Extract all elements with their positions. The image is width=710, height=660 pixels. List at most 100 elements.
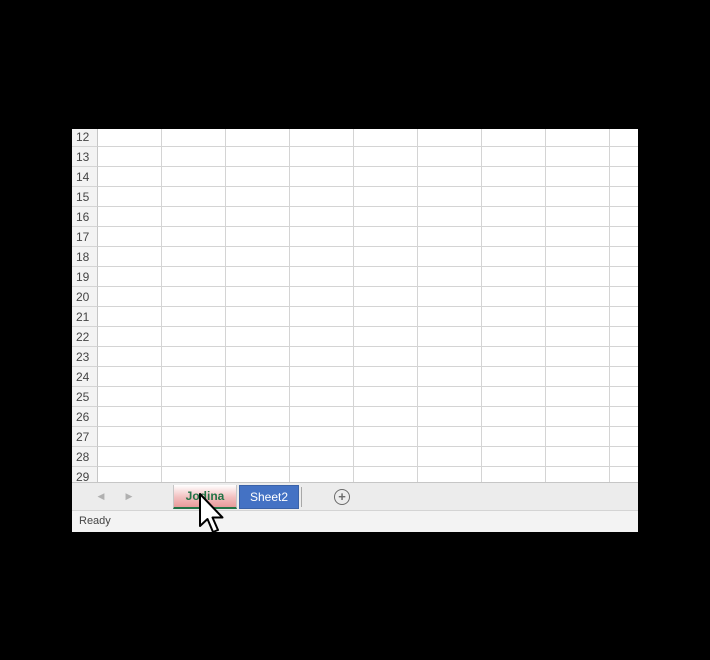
grid-cell[interactable]	[226, 187, 290, 207]
grid-cell[interactable]	[98, 327, 162, 347]
grid-cell[interactable]	[610, 187, 638, 207]
grid-cell[interactable]	[418, 427, 482, 447]
grid-cell[interactable]	[354, 267, 418, 287]
grid-cell[interactable]	[418, 267, 482, 287]
grid-cell[interactable]	[418, 327, 482, 347]
row-header[interactable]: 29	[72, 467, 98, 482]
grid-cell[interactable]	[162, 167, 226, 187]
grid-cell[interactable]	[546, 427, 610, 447]
grid-cell[interactable]	[354, 427, 418, 447]
grid-cell[interactable]	[354, 167, 418, 187]
grid-cell[interactable]	[610, 447, 638, 467]
grid-cell[interactable]	[162, 447, 226, 467]
grid-cell[interactable]	[610, 147, 638, 167]
grid-cell[interactable]	[226, 207, 290, 227]
row-header[interactable]: 28	[72, 447, 98, 467]
grid-cell[interactable]	[226, 347, 290, 367]
grid-cell[interactable]	[418, 187, 482, 207]
grid-cell[interactable]	[290, 427, 354, 447]
row-header[interactable]: 22	[72, 327, 98, 347]
grid-cell[interactable]	[162, 267, 226, 287]
grid-cell[interactable]	[98, 347, 162, 367]
row-header[interactable]: 23	[72, 347, 98, 367]
grid-cell[interactable]	[546, 187, 610, 207]
grid-cell[interactable]	[610, 207, 638, 227]
grid-cell[interactable]	[290, 407, 354, 427]
grid-cell[interactable]	[546, 407, 610, 427]
row-header[interactable]: 20	[72, 287, 98, 307]
grid-cell[interactable]	[610, 307, 638, 327]
grid-cell[interactable]	[354, 447, 418, 467]
grid-cell[interactable]	[98, 467, 162, 482]
grid-cell[interactable]	[290, 227, 354, 247]
grid-cell[interactable]	[418, 467, 482, 482]
grid-cell[interactable]	[418, 129, 482, 147]
grid-cell[interactable]	[546, 227, 610, 247]
row-header[interactable]: 19	[72, 267, 98, 287]
grid-cell[interactable]	[354, 147, 418, 167]
grid-cell[interactable]	[482, 387, 546, 407]
row-header[interactable]: 24	[72, 367, 98, 387]
grid-cell[interactable]	[418, 447, 482, 467]
grid-cell[interactable]	[98, 387, 162, 407]
grid-cell[interactable]	[162, 207, 226, 227]
grid-cell[interactable]	[98, 307, 162, 327]
add-sheet-icon[interactable]: +	[334, 489, 350, 505]
grid-cell[interactable]	[610, 287, 638, 307]
grid-cell[interactable]	[98, 287, 162, 307]
grid-cell[interactable]	[226, 129, 290, 147]
grid-cell[interactable]	[226, 327, 290, 347]
grid-cell[interactable]	[162, 327, 226, 347]
grid-cell[interactable]	[226, 467, 290, 482]
row-header[interactable]: 21	[72, 307, 98, 327]
grid-cell[interactable]	[290, 247, 354, 267]
grid-cell[interactable]	[546, 467, 610, 482]
grid-cell[interactable]	[610, 267, 638, 287]
grid-cell[interactable]	[418, 347, 482, 367]
grid-cell[interactable]	[226, 307, 290, 327]
grid-cell[interactable]	[98, 407, 162, 427]
grid-cell[interactable]	[610, 327, 638, 347]
grid-cell[interactable]	[290, 187, 354, 207]
grid-cell[interactable]	[98, 427, 162, 447]
grid-cell[interactable]	[98, 187, 162, 207]
grid-cell[interactable]	[290, 467, 354, 482]
grid-cell[interactable]	[354, 387, 418, 407]
grid-cell[interactable]	[546, 167, 610, 187]
grid-cell[interactable]	[482, 287, 546, 307]
grid-cell[interactable]	[482, 227, 546, 247]
grid-cell[interactable]	[162, 427, 226, 447]
grid-cell[interactable]	[354, 367, 418, 387]
grid-cell[interactable]	[546, 207, 610, 227]
worksheet-grid[interactable]: 12 13 14 15 16 17 18 19 20 21 22 23 24 25 26 27 28 29	[72, 129, 638, 482]
grid-cell[interactable]	[98, 227, 162, 247]
grid-cell[interactable]	[354, 129, 418, 147]
grid-cell[interactable]	[482, 407, 546, 427]
grid-cell[interactable]	[290, 287, 354, 307]
grid-cell[interactable]	[290, 447, 354, 467]
grid-cell[interactable]	[610, 407, 638, 427]
row-header[interactable]: 16	[72, 207, 98, 227]
grid-cell[interactable]	[290, 267, 354, 287]
grid-cell[interactable]	[610, 347, 638, 367]
row-header[interactable]: 14	[72, 167, 98, 187]
grid-cell[interactable]	[418, 407, 482, 427]
grid-cell[interactable]	[482, 147, 546, 167]
grid-cell[interactable]	[482, 307, 546, 327]
grid-cell[interactable]	[546, 447, 610, 467]
row-header[interactable]: 26	[72, 407, 98, 427]
row-header[interactable]: 18	[72, 247, 98, 267]
grid-cell[interactable]	[98, 367, 162, 387]
grid-cell[interactable]	[482, 447, 546, 467]
grid-cell[interactable]	[290, 167, 354, 187]
grid-cell[interactable]	[98, 247, 162, 267]
grid-cell[interactable]	[354, 407, 418, 427]
grid-cell[interactable]	[98, 447, 162, 467]
grid-cell[interactable]	[482, 427, 546, 447]
row-header[interactable]: 25	[72, 387, 98, 407]
grid-cell[interactable]	[354, 307, 418, 327]
grid-cell[interactable]	[482, 267, 546, 287]
grid-cell[interactable]	[162, 367, 226, 387]
grid-cell[interactable]	[546, 129, 610, 147]
scroll-tabs-right-icon[interactable]: ▶	[122, 488, 136, 504]
